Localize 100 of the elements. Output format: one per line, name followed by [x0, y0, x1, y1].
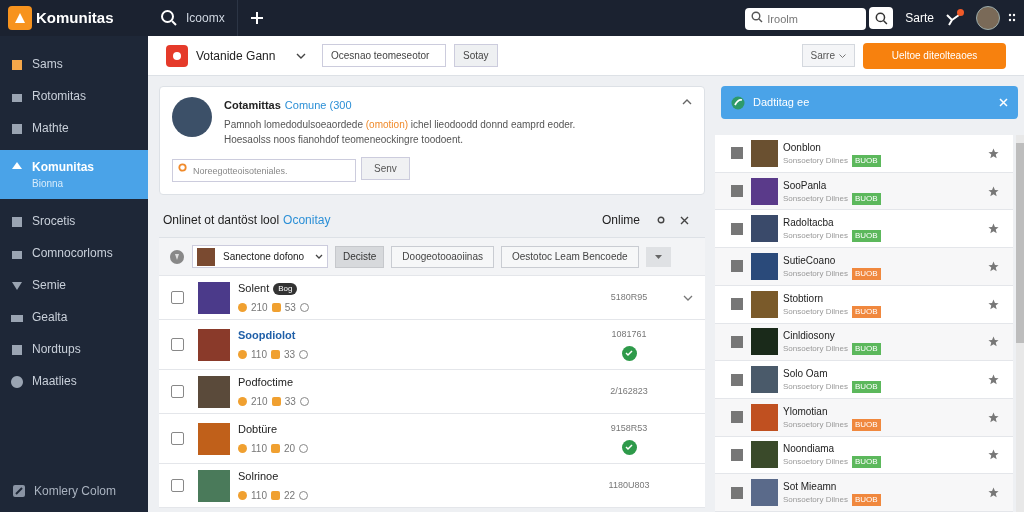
- star-icon[interactable]: [988, 298, 999, 310]
- game-name[interactable]: Solo Oam: [783, 366, 881, 382]
- more-button[interactable]: [645, 246, 671, 267]
- list-row[interactable]: Podfoctime 210 33 2/162823: [159, 370, 705, 414]
- row-name-link[interactable]: Soopdiolot: [238, 327, 296, 344]
- avatar[interactable]: [976, 6, 1000, 30]
- game-thumbnail: [751, 441, 778, 469]
- game-tag: BUOB: [851, 192, 881, 205]
- star-icon[interactable]: [988, 260, 999, 272]
- game-tag: BUOB: [851, 494, 881, 507]
- sidebar-item[interactable]: Srocetis: [0, 206, 148, 236]
- notification-icon[interactable]: [946, 9, 964, 27]
- game-name[interactable]: Sot Mieamn: [783, 479, 881, 495]
- row-date: 2/162823: [610, 384, 648, 398]
- sidebar-footer-link[interactable]: Komlery Colom: [34, 482, 117, 500]
- game-name[interactable]: Stobtiorn: [783, 290, 881, 306]
- sidebar-item[interactable]: Maatlies: [0, 366, 148, 396]
- star-icon[interactable]: [988, 411, 999, 423]
- game-tag: BUOB: [851, 267, 881, 280]
- game-thumbnail: [197, 247, 215, 266]
- expand-icon[interactable]: [683, 294, 693, 301]
- status-label: Onlime: [602, 212, 640, 229]
- star-icon[interactable]: [988, 449, 999, 461]
- thumb-icon: [271, 396, 281, 406]
- coin-icon: [238, 396, 247, 406]
- row-checkbox[interactable]: [171, 338, 184, 351]
- sidebar-item[interactable]: Gealta: [0, 302, 148, 332]
- filter-tab[interactable]: Doogeotooaoiinas: [391, 245, 494, 268]
- list-row[interactable]: Solent Bog 210 53 5180R95: [159, 276, 705, 320]
- game-name[interactable]: SutieCoano: [783, 252, 881, 268]
- row-checkbox[interactable]: [171, 479, 184, 492]
- community-link[interactable]: Comune (300: [284, 97, 352, 114]
- game-name[interactable]: Cinldiosony: [783, 328, 881, 344]
- filter-field[interactable]: Ocesnao teomeseotor: [322, 44, 446, 67]
- row-badge: Bog: [273, 282, 298, 295]
- stat-value: 110: [251, 488, 267, 503]
- stat-value: 210: [251, 300, 268, 315]
- game-thumbnail: [198, 328, 230, 361]
- more-icon[interactable]: [1008, 13, 1016, 23]
- community-title: Cotamittas: [224, 98, 281, 113]
- sidebar-item[interactable]: Mathte: [0, 113, 148, 143]
- search-icon: [751, 11, 764, 23]
- game-tag: BUOB: [851, 230, 881, 243]
- star-icon[interactable]: [988, 487, 999, 499]
- game-name[interactable]: SooPanla: [783, 177, 881, 193]
- stat-value: 22: [283, 488, 296, 503]
- thumb-icon: [270, 349, 280, 359]
- search-button[interactable]: [869, 7, 894, 29]
- game-name[interactable]: Noondiama: [783, 441, 881, 457]
- community-avatar: [172, 97, 212, 137]
- sidebar-item[interactable]: Rotomitas: [0, 81, 148, 111]
- stat-value: 20: [283, 441, 296, 456]
- sidebar-item[interactable]: Comnocorloms: [0, 238, 148, 268]
- game-name[interactable]: Oonblon: [783, 139, 881, 155]
- filter-tab[interactable]: Deciste: [335, 245, 385, 268]
- game-meta: Sonsoetory Dilnes: [783, 305, 848, 318]
- community-search-button[interactable]: Senv: [361, 156, 410, 180]
- star-icon[interactable]: [988, 374, 999, 386]
- game-select[interactable]: Votanide Gann: [166, 41, 314, 70]
- search-icon[interactable]: [160, 9, 178, 27]
- sidebar-item[interactable]: Semie: [0, 270, 148, 300]
- list-row[interactable]: Solrinoe 110 22 1180U803: [159, 464, 705, 508]
- game-thumbnail: [751, 403, 778, 431]
- game-name[interactable]: Radoltacba: [783, 215, 881, 231]
- dot-icon[interactable]: [657, 216, 665, 224]
- game-tag: BUOB: [851, 381, 881, 394]
- row-name: Podfoctime: [238, 375, 294, 391]
- scrollbar[interactable]: [1016, 135, 1024, 512]
- sidebar-item[interactable]: Nordtups: [0, 334, 148, 364]
- community-search-field[interactable]: Noreegotteoisoteniales.: [172, 159, 356, 182]
- star-icon[interactable]: [988, 185, 999, 197]
- search-label[interactable]: Icoomx: [186, 9, 225, 27]
- coin-icon: [238, 349, 247, 359]
- game-meta: Sonsoetory Dilnes: [783, 267, 848, 280]
- collapse-icon[interactable]: [682, 99, 692, 105]
- row-checkbox[interactable]: [171, 385, 184, 398]
- filter-tab[interactable]: Oestotoc Leam Bencoede: [501, 245, 639, 268]
- game-thumbnail: [198, 422, 230, 455]
- user-label[interactable]: Sarte: [905, 9, 934, 27]
- sort-select[interactable]: Sarre: [801, 44, 855, 67]
- game-name[interactable]: Ylomotian: [783, 403, 881, 419]
- search-field[interactable]: Iroolm: [745, 8, 867, 30]
- star-icon[interactable]: [988, 223, 999, 235]
- filter-button[interactable]: Sotay: [454, 44, 498, 67]
- game-thumbnail: [751, 177, 778, 205]
- row-checkbox[interactable]: [171, 291, 184, 304]
- edit-icon[interactable]: [12, 484, 26, 498]
- row-checkbox[interactable]: [171, 432, 184, 445]
- sidebar-item[interactable]: Sams: [0, 49, 148, 79]
- filter-select[interactable]: Sanectone dofono: [192, 245, 328, 268]
- star-icon[interactable]: [988, 336, 999, 348]
- thumb-icon: [270, 490, 280, 500]
- row-date: 1081761: [611, 328, 647, 342]
- star-icon[interactable]: [988, 147, 999, 159]
- close-icon[interactable]: [680, 215, 689, 225]
- app-logo-text: Komunitas: [36, 7, 114, 28]
- game-thumbnail: [751, 139, 778, 167]
- row-date: 1180U803: [608, 478, 650, 492]
- game-meta: Sonsoetory Dilnes: [783, 456, 848, 469]
- game-meta: Sonsoetory Dilnes: [783, 381, 848, 394]
